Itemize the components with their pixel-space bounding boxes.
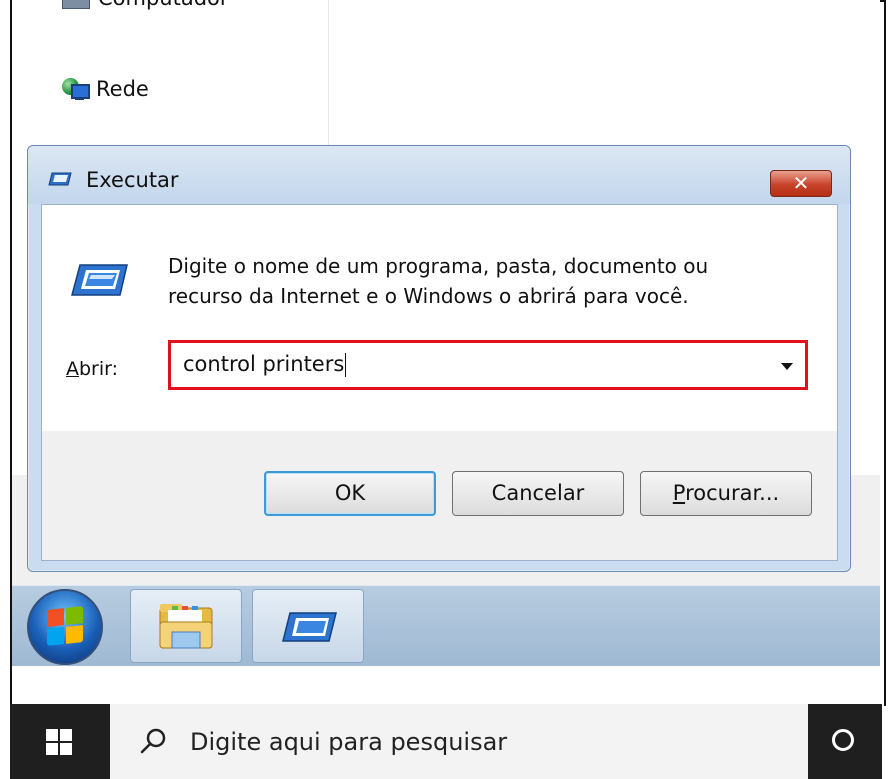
run-dialog: Executar ✕ Digite o nome de um programa,…: [27, 145, 851, 572]
nav-item-label: Rede: [96, 77, 149, 101]
nav-item-label: Computador: [98, 0, 229, 10]
search-placeholder: Digite aqui para pesquisar: [190, 728, 508, 756]
run-dialog-content: Digite o nome de um programa, pasta, doc…: [42, 205, 837, 431]
ok-button[interactable]: OK: [264, 471, 436, 516]
start-button[interactable]: [10, 704, 110, 779]
taskbar-run-button[interactable]: [252, 589, 364, 663]
run-instructions: Digite o nome de um programa, pasta, doc…: [168, 254, 709, 308]
run-dialog-titlebar[interactable]: Executar ✕: [28, 146, 850, 204]
run-program-icon: [71, 264, 128, 296]
open-input[interactable]: control printers: [183, 352, 347, 377]
nav-item-network[interactable]: Rede: [62, 76, 149, 102]
run-dialog-title: Executar: [86, 168, 179, 192]
nav-item-computer[interactable]: Computador: [62, 0, 229, 10]
open-combobox[interactable]: control printers: [168, 340, 808, 390]
cortana-icon: [832, 729, 854, 751]
close-icon: ✕: [792, 171, 810, 195]
windows-explorer-icon: [159, 604, 213, 649]
win10-taskbar: Digite aqui para pesquisar: [10, 704, 882, 779]
run-app-icon: [48, 172, 72, 186]
win7-taskbar: [12, 585, 880, 666]
taskbar-explorer-button[interactable]: [130, 589, 242, 663]
start-orb-icon[interactable]: [27, 589, 103, 665]
run-dialog-body: Digite o nome de um programa, pasta, doc…: [41, 204, 838, 561]
computer-icon: [62, 0, 90, 9]
close-button[interactable]: ✕: [770, 170, 832, 197]
taskbar-search-box[interactable]: Digite aqui para pesquisar: [110, 704, 808, 779]
run-icon: [282, 612, 337, 642]
dropdown-arrow-icon[interactable]: [781, 363, 793, 370]
open-label: Abrir:: [66, 358, 119, 380]
search-icon: [140, 728, 166, 754]
cancel-button[interactable]: Cancelar: [452, 471, 624, 516]
browse-button[interactable]: Procurar...: [640, 471, 812, 516]
windows-start-icon: [46, 729, 72, 755]
network-icon: [62, 76, 90, 102]
cortana-button[interactable]: [808, 704, 882, 779]
